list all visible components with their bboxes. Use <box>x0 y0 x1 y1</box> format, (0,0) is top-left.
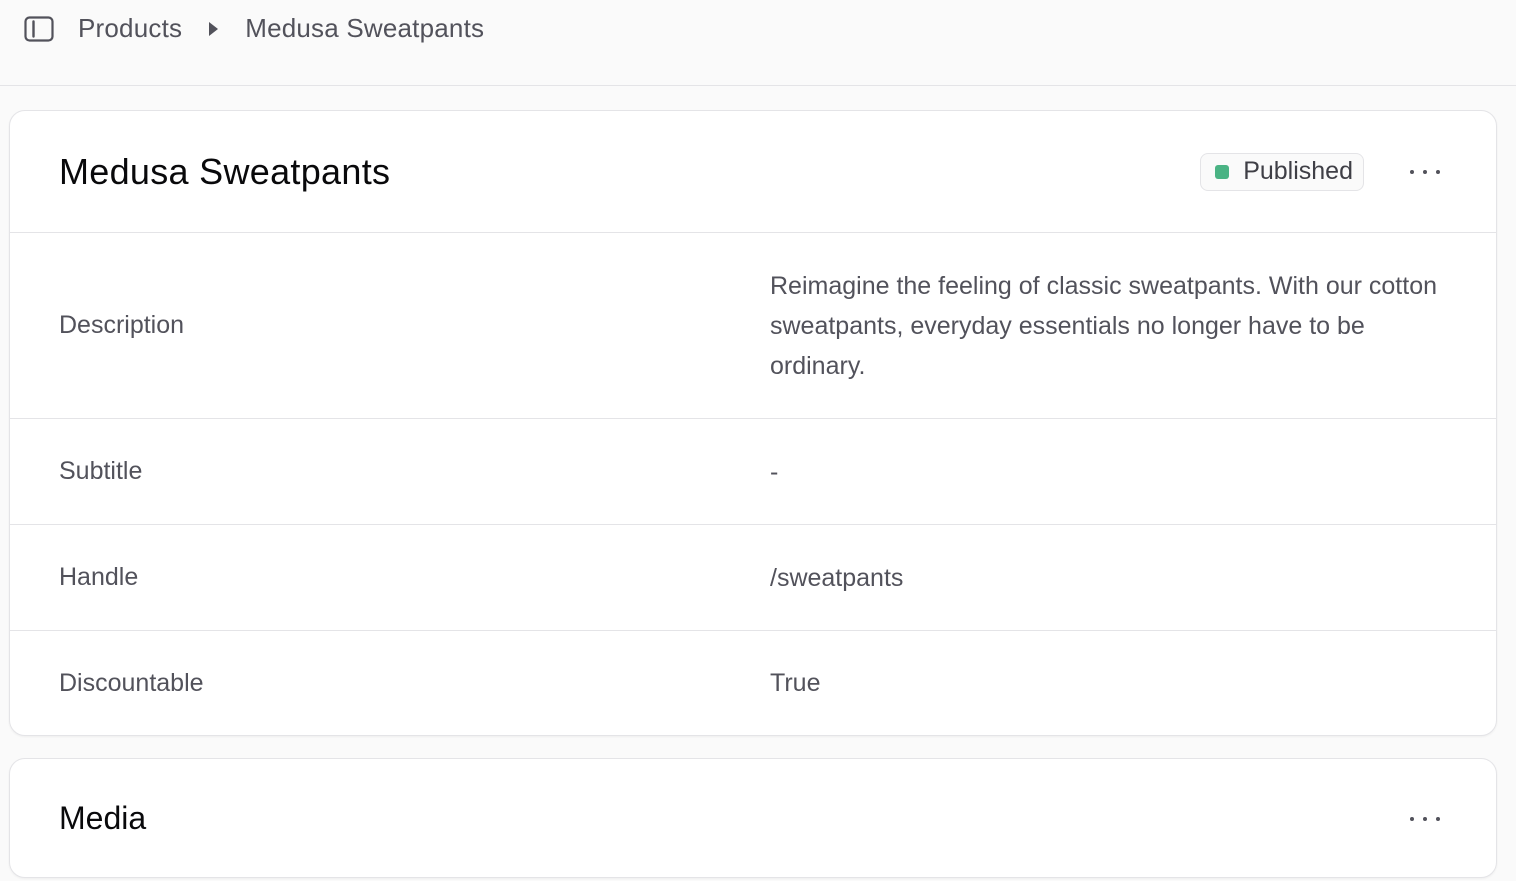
media-actions-button[interactable] <box>1410 804 1440 834</box>
status-label: Published <box>1243 157 1353 185</box>
product-actions-button[interactable] <box>1410 157 1440 187</box>
description-value: Reimagine the feeling of classic sweatpa… <box>770 271 1438 380</box>
media-card: Media <box>9 758 1497 878</box>
status-dot-icon <box>1215 164 1230 179</box>
discountable-row: Discountable True <box>10 631 1496 735</box>
subtitle-value: - <box>770 457 779 486</box>
subtitle-label: Subtitle <box>59 457 143 485</box>
breadcrumb-current: Medusa Sweatpants <box>245 13 485 43</box>
media-header: Media <box>10 759 1496 881</box>
sidebar-toggle-button[interactable] <box>24 15 54 43</box>
ellipsis-horizontal-icon <box>1410 817 1414 821</box>
top-bar: Products Medusa Sweatpants <box>0 0 1516 86</box>
handle-label: Handle <box>59 563 139 591</box>
product-general-card: Medusa Sweatpants Published Description … <box>9 110 1497 736</box>
description-row: Description Reimagine the feeling of cla… <box>10 233 1496 419</box>
ellipsis-horizontal-icon <box>1410 169 1414 174</box>
product-title: Medusa Sweatpants <box>59 150 391 192</box>
description-label: Description <box>59 311 185 339</box>
media-title: Media <box>59 800 147 836</box>
discountable-value: True <box>770 669 821 697</box>
sidebar-toggle-icon <box>24 15 54 42</box>
subtitle-row: Subtitle - <box>10 419 1496 525</box>
discountable-label: Discountable <box>59 668 204 697</box>
handle-row: Handle /sweatpants <box>10 525 1496 631</box>
triangle-right-icon <box>209 21 219 36</box>
handle-value: /sweatpants <box>770 563 904 592</box>
status-badge: Published <box>1200 152 1364 191</box>
breadcrumb-products-link[interactable]: Products <box>78 13 182 44</box>
product-header: Medusa Sweatpants Published <box>10 111 1496 233</box>
